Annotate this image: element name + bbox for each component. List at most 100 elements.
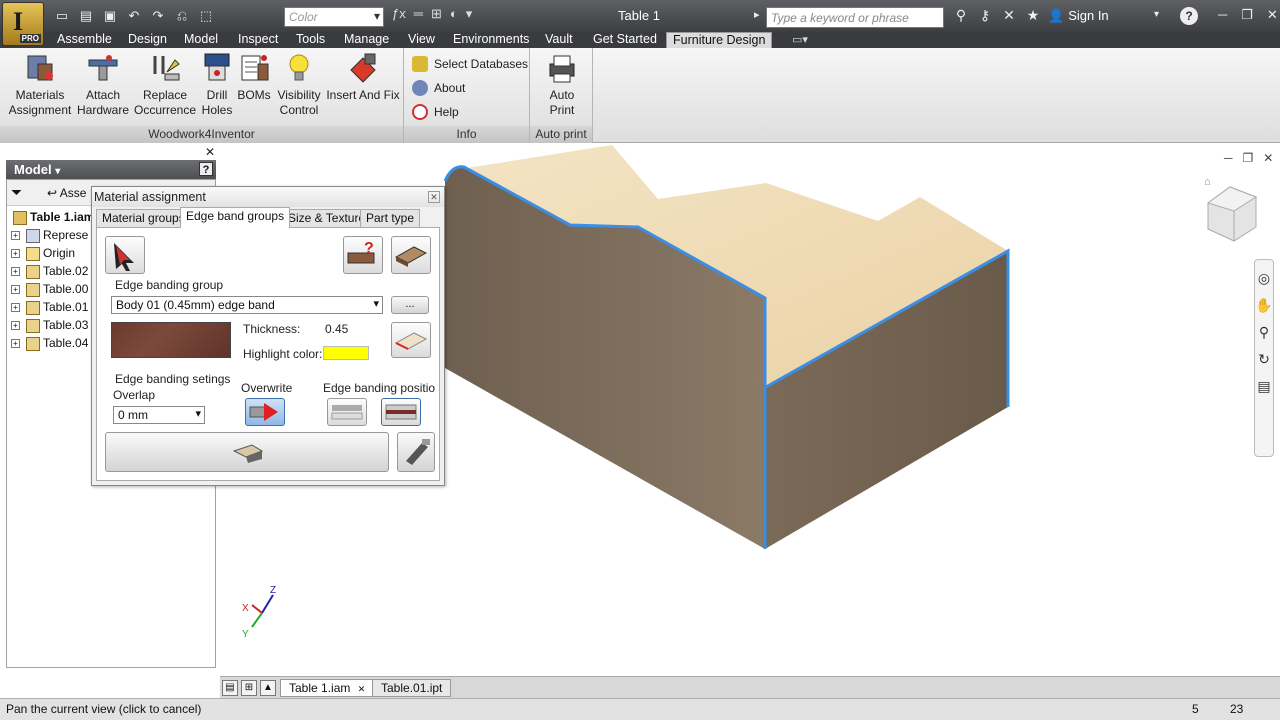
minimize-icon[interactable]: ─ (1218, 7, 1227, 23)
expand-icon[interactable]: + (11, 249, 20, 259)
tab-tools[interactable]: Tools (296, 32, 325, 48)
edge-banding-group-select[interactable]: Body 01 (0.45mm) edge band (111, 296, 383, 314)
visibility-control-button[interactable]: Visibility Control (272, 52, 326, 118)
fx-icon[interactable]: ƒx (392, 6, 406, 22)
steering-wheel-icon[interactable]: ◎ (1255, 270, 1273, 287)
tab-part-type[interactable]: Part type (360, 209, 421, 227)
tile-windows-icon[interactable]: ▤ (222, 680, 238, 696)
browser-help-icon[interactable]: ? (199, 162, 213, 176)
appearance-icon[interactable]: ◐ (450, 6, 458, 22)
tab-model[interactable]: Model (184, 32, 218, 48)
tree-node[interactable]: + Table.02 (11, 262, 94, 280)
materials-assignment-button[interactable]: Materials Assignment (8, 52, 72, 118)
position-inside-button[interactable] (381, 398, 421, 426)
look-at-icon[interactable]: ▤ (1255, 378, 1273, 395)
orbit-icon[interactable]: ↻ (1255, 351, 1273, 368)
edge-band-tool-button[interactable] (397, 432, 435, 472)
measure-icon[interactable]: ═ (414, 6, 423, 22)
help-button[interactable]: Help (412, 104, 459, 120)
binoculars-icon[interactable]: ⚲ (952, 7, 970, 24)
tab-design[interactable]: Design (128, 32, 167, 48)
tab-get-started[interactable]: Get Started (593, 32, 657, 48)
return-icon[interactable]: ⎌ (172, 6, 192, 26)
cascade-windows-icon[interactable]: ⊞ (241, 680, 257, 696)
expand-icon[interactable]: + (11, 303, 20, 313)
tree-node[interactable]: + Table.00 (11, 280, 94, 298)
boms-button[interactable]: BOMs (236, 52, 272, 103)
view-cube[interactable] (1206, 186, 1258, 242)
search-input[interactable]: Type a keyword or phrase (766, 7, 944, 28)
tree-node[interactable]: + Table.03 (11, 316, 94, 334)
select-databases-button[interactable]: Select Databases (412, 56, 528, 72)
maximize-icon[interactable]: ❐ (1241, 7, 1253, 23)
color-dropdown[interactable]: Color (284, 7, 384, 27)
select-edge-button[interactable] (105, 236, 145, 274)
save-icon[interactable]: ▣ (100, 6, 120, 26)
expand-icon[interactable]: + (11, 321, 20, 331)
tab-assemble[interactable]: Assemble (57, 32, 112, 48)
tab-vault[interactable]: Vault (545, 32, 573, 48)
expand-icon[interactable]: + (11, 285, 20, 295)
tree-node-root[interactable]: Table 1.iam (11, 208, 94, 226)
model-browser-header[interactable]: Model ▾ ? (6, 160, 216, 179)
tab-size-texture[interactable]: Size & Texture (282, 209, 372, 227)
edge-band-library-button[interactable] (391, 236, 431, 274)
browser-close-icon[interactable]: ✕ (205, 145, 215, 159)
new-icon[interactable]: ▭ (52, 6, 72, 26)
apply-texture-button[interactable] (391, 322, 431, 358)
minimize-icon[interactable]: ─ (1224, 151, 1233, 165)
undo-icon[interactable]: ↶ (124, 6, 144, 26)
help-icon[interactable]: ? (1180, 7, 1198, 25)
overlap-select[interactable]: 0 mm (113, 406, 205, 424)
close-icon[interactable]: ✕ (1267, 7, 1278, 23)
application-menu-button[interactable]: I PRO (2, 2, 44, 46)
tab-environments[interactable]: Environments (453, 32, 529, 48)
assembly-view-dropdown[interactable]: ↩ Asse (47, 186, 86, 200)
about-button[interactable]: About (412, 80, 465, 96)
overwrite-toggle[interactable] (245, 398, 285, 426)
filter-icon[interactable]: ⏷ (11, 184, 22, 201)
tab-manage[interactable]: Manage (344, 32, 389, 48)
highlight-color-swatch[interactable] (323, 346, 369, 360)
dialog-title[interactable]: Material assignment (92, 187, 444, 207)
position-outside-button[interactable] (327, 398, 367, 426)
sign-in-button[interactable]: 👤 Sign In (1048, 8, 1109, 24)
query-edge-button[interactable]: ? (343, 236, 383, 274)
tools-icon[interactable]: ✕ (1000, 7, 1018, 24)
drill-holes-button[interactable]: Drill Holes (198, 52, 236, 118)
tab-view[interactable]: View (408, 32, 435, 48)
auto-print-button[interactable]: Auto Print (536, 52, 588, 118)
tab-inspect[interactable]: Inspect (238, 32, 278, 48)
redo-icon[interactable]: ↷ (148, 6, 168, 26)
close-icon[interactable]: ✕ (428, 191, 440, 203)
grid-icon[interactable]: ⊞ (431, 6, 442, 22)
tree-node[interactable]: + Represe (11, 226, 94, 244)
tab-material-groups[interactable]: Material groups (96, 209, 191, 227)
key-icon[interactable]: ⚷ (976, 7, 994, 24)
home-icon[interactable]: ⌂ (1204, 176, 1211, 188)
expand-icon[interactable]: + (11, 267, 20, 277)
close-icon[interactable]: ✕ (1263, 151, 1273, 165)
restore-icon[interactable]: ❐ (1243, 151, 1254, 165)
select-icon[interactable]: ⬚ (196, 6, 216, 26)
expand-icon[interactable]: + (11, 339, 20, 349)
pan-icon[interactable]: ✋ (1255, 297, 1273, 314)
qat-dropdown-icon[interactable]: ▾ (466, 6, 473, 22)
browse-button[interactable]: ... (391, 296, 429, 314)
chevron-down-icon[interactable]: ▾ (1154, 9, 1159, 20)
tree-node[interactable]: + Table.01 (11, 298, 94, 316)
open-icon[interactable]: ▤ (76, 6, 96, 26)
tab-furniture-design[interactable]: Furniture Design (666, 32, 773, 48)
doc-tab-table01-ipt[interactable]: Table.01.ipt (372, 679, 452, 697)
replace-occurrence-button[interactable]: Replace Occurrence (132, 52, 198, 118)
chevron-right-icon[interactable]: ▸ (754, 8, 760, 21)
tab-edge-band-groups[interactable]: Edge band groups (180, 207, 291, 228)
tree-node[interactable]: + Origin (11, 244, 94, 262)
tree-node[interactable]: + Table.04 (11, 334, 94, 352)
expand-icon[interactable]: + (11, 231, 20, 241)
home-icon[interactable]: ▲ (260, 680, 276, 696)
attach-hardware-button[interactable]: Attach Hardware (74, 52, 132, 118)
apply-edge-band-button[interactable] (105, 432, 389, 472)
doc-tab-table1-iam[interactable]: Table 1.iam ✕ (280, 679, 375, 697)
star-icon[interactable]: ★ (1024, 7, 1042, 24)
